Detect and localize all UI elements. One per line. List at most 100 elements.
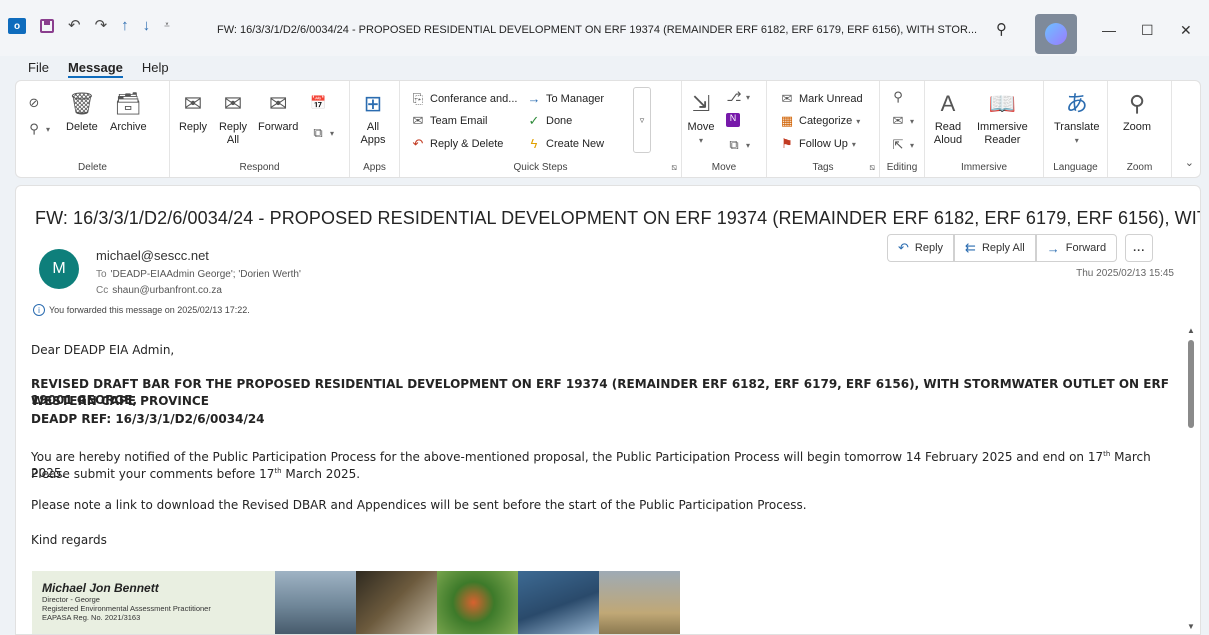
actions-button[interactable]: ⧉ ▾ [726, 137, 750, 153]
reply-icon: ✉ [183, 90, 203, 116]
cc-line: Cc shaun@urbanfront.co.za [96, 285, 222, 296]
actions-icon: ⧉ [729, 137, 739, 152]
delete-button[interactable]: 🗑 Delete [66, 89, 98, 134]
tags-group: ✉ Mark Unread ▦ Categorize ▾ ⚑ Follow Up ▾ Ta… [767, 81, 880, 177]
reply-action-button[interactable]: ↶ Reply [887, 234, 955, 262]
sweep-icon: ⚲ [29, 121, 39, 136]
save-icon[interactable] [40, 19, 54, 33]
follow-up-button[interactable]: ⚑ Follow Up ▾ [779, 136, 856, 152]
all-apps-button[interactable]: ⊞ All Apps [358, 89, 388, 147]
avatar[interactable]: M [39, 249, 79, 289]
immersive-reader-icon: 📖 [988, 90, 1017, 116]
zoom-group-label: Zoom [1126, 162, 1153, 173]
minimize-icon[interactable]: — [1102, 22, 1116, 38]
heading-line-2: WESTERN CAPE PROVINCE [31, 394, 209, 408]
signature-photos [275, 571, 680, 634]
translate-button[interactable]: あ Translate ▾ [1054, 89, 1099, 147]
find-icon: ⚲ [893, 89, 903, 104]
scroll-down-icon[interactable]: ▼ [1187, 622, 1195, 631]
move-icon: ⇲ [691, 90, 711, 116]
quick-step-team-email[interactable]: ✉ Team Email [410, 113, 488, 129]
scroll-thumb[interactable] [1188, 340, 1194, 428]
find-button[interactable]: ⚲ [890, 89, 906, 105]
sender[interactable]: michael@sescc.net [96, 248, 209, 263]
menu-help[interactable]: Help [142, 56, 169, 80]
reply-button[interactable]: ✉ Reply [178, 89, 208, 134]
categorize-button[interactable]: ▦ Categorize ▾ [779, 113, 860, 129]
rules-icon: ⎇ [726, 89, 742, 104]
archive-button[interactable]: 🗃 Archive [110, 89, 147, 134]
sweep-button[interactable]: ⚲ ▾ [26, 121, 50, 137]
reply-all-action-button[interactable]: ⇇ Reply All [954, 234, 1036, 262]
trash-icon: 🗑 [67, 90, 96, 116]
flag-icon: ⚑ [781, 136, 793, 151]
forward-icon: ✉ [268, 90, 288, 116]
reply-all-icon: ✉ [223, 90, 243, 116]
maximize-icon[interactable]: ☐ [1141, 22, 1154, 39]
menu-file[interactable]: File [28, 56, 49, 80]
onenote-button[interactable]: N [726, 113, 740, 127]
categorize-icon: ▦ [780, 113, 794, 128]
quick-step-done[interactable]: ✓ Done [526, 113, 573, 129]
more-actions-button[interactable]: ... [1125, 234, 1154, 262]
read-aloud-icon: A [940, 90, 956, 116]
more-respond-button[interactable]: ⧉ ▾ [310, 125, 334, 141]
quick-step-create-new[interactable]: ϟ Create New [526, 136, 605, 151]
zoom-icon: ⚲ [1128, 90, 1146, 116]
quick-steps-launcher-icon[interactable]: ⧅ [671, 162, 677, 173]
immersive-reader-button[interactable]: 📖 Immersive Reader [977, 89, 1028, 147]
reply-all-button[interactable]: ✉ Reply All [218, 89, 248, 147]
reply-all-icon: ⇇ [965, 240, 976, 255]
coast-photo [275, 571, 356, 634]
tags-launcher-icon[interactable]: ⧅ [869, 162, 875, 173]
apps-group: ⊞ All Apps Apps [350, 81, 400, 177]
ribbon-expand-icon[interactable]: ⌄ [1185, 156, 1194, 169]
close-icon[interactable]: ✕ [1180, 22, 1192, 39]
forward-action-button[interactable]: → Forward [1035, 234, 1118, 262]
customize-toolbar-icon[interactable]: ⩡ [164, 18, 170, 34]
previous-item-icon[interactable]: ↑ [121, 18, 129, 34]
select-button[interactable]: ⇱ ▾ [890, 137, 914, 153]
quick-step-reply-delete[interactable]: ↶ Reply & Delete [410, 136, 504, 152]
move-button[interactable]: ⇲ Move ▾ [686, 89, 716, 147]
lightning-icon: ϟ [530, 136, 538, 151]
scrollbar[interactable]: ▲ ▼ [1186, 326, 1196, 631]
undo-icon[interactable]: ↶ [68, 18, 81, 34]
closing: Kind regards [31, 533, 107, 547]
reply-delete-icon: ↶ [412, 136, 424, 151]
quick-steps-more[interactable]: ▿ [633, 87, 651, 153]
archive-icon: 🗃 [114, 90, 143, 116]
search-icon[interactable]: ⚲ [996, 20, 1007, 38]
rules-button[interactable]: ⎇ ▾ [726, 89, 751, 105]
to-recipients[interactable]: 'DEADP-EIAAdmin George'; 'Dorien Werth' [111, 269, 301, 280]
landscape-photo [599, 571, 680, 634]
solar-panel-photo [518, 571, 599, 634]
mark-unread-button[interactable]: ✉ Mark Unread [779, 91, 863, 107]
related-button[interactable]: ✉ ▾ [890, 113, 914, 129]
tree-photo [356, 571, 437, 634]
meeting-reply-button[interactable]: 📅 [310, 95, 326, 111]
ignore-icon: ⊘ [28, 95, 40, 110]
paragraph-1b: Please submit your comments before 17th … [31, 467, 361, 481]
redo-icon[interactable]: ↷ [95, 18, 108, 34]
check-icon: ✓ [528, 113, 540, 128]
quick-step-conferance[interactable]: ⎘ Conferance and... [410, 91, 518, 107]
message-subject: FW: 16/3/3/1/D2/6/0034/24 - PROPOSED RES… [35, 208, 1201, 228]
next-item-icon[interactable]: ↓ [143, 18, 151, 34]
ribbon: ⊘ ⚲ ▾ 🗑 Delete 🗃 Archive Delete ✉ Reply ✉ Rep… [15, 80, 1201, 178]
email-signature: Michael Jon Bennett Director - George Re… [32, 571, 680, 634]
cc-label: Cc [96, 285, 109, 296]
quick-step-to-manager[interactable]: → To Manager [526, 91, 605, 106]
cursor-icon: ⇱ [892, 137, 904, 152]
forward-icon: → [1046, 240, 1060, 256]
ignore-button[interactable]: ⊘ [26, 95, 42, 111]
copilot-button[interactable] [1035, 14, 1077, 54]
zoom-button[interactable]: ⚲ Zoom [1122, 89, 1152, 134]
scroll-up-icon[interactable]: ▲ [1187, 326, 1195, 335]
menu-bar: File Message Help [0, 56, 1209, 80]
menu-message[interactable]: Message [67, 56, 123, 78]
read-aloud-button[interactable]: A Read Aloud [933, 89, 963, 147]
forward-button[interactable]: ✉ Forward [258, 89, 298, 134]
cc-recipients[interactable]: shaun@urbanfront.co.za [112, 285, 222, 296]
signature-text: Michael Jon Bennett Director - George Re… [32, 571, 275, 634]
